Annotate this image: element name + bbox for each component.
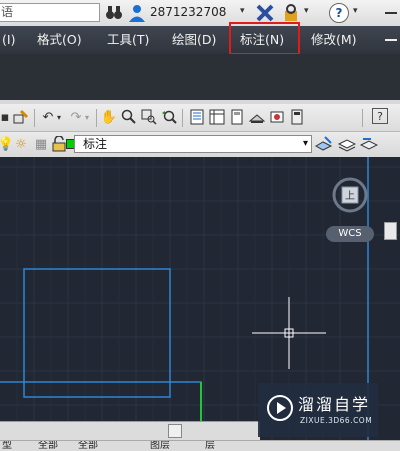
chevron-down-icon[interactable]: ▾: [353, 6, 358, 16]
toolbar-separator: [362, 109, 363, 127]
viewcube[interactable]: 上: [330, 175, 370, 215]
exchange-icon[interactable]: [255, 3, 275, 23]
markup-icon[interactable]: [268, 108, 286, 126]
wcs-label: WCS: [338, 228, 362, 239]
minimize-icon[interactable]: [385, 39, 397, 41]
toolbar-separator: [96, 109, 97, 127]
pan-hand-icon[interactable]: ✋: [100, 108, 118, 126]
chevron-down-icon[interactable]: ▾: [304, 6, 309, 16]
zoom-previous-icon[interactable]: [160, 108, 178, 126]
zoom-window-icon[interactable]: [140, 108, 158, 126]
user-icon[interactable]: [127, 3, 147, 23]
chevron-down-icon[interactable]: ▾: [54, 108, 64, 126]
chevron-down-icon[interactable]: ▾: [82, 108, 92, 126]
horizontal-scrollbar[interactable]: [0, 421, 260, 441]
user-id[interactable]: 2871232708: [150, 5, 226, 19]
watermark-title: 溜溜自学: [298, 395, 371, 414]
menu-tools[interactable]: 工具(T): [107, 26, 149, 54]
layer-current: 标注: [83, 137, 108, 151]
standard-toolbar: ▪ ↶ ▾ ↷ ▾ ✋ ?: [0, 104, 400, 132]
horizontal-scrollbar-thumb[interactable]: [168, 424, 182, 438]
tool-palettes-icon[interactable]: [228, 108, 246, 126]
watermark: 溜溜自学 ZIXUE.3D66.COM: [258, 383, 378, 437]
help-icon-label: ?: [335, 6, 343, 20]
help-icon[interactable]: ?: [372, 108, 388, 124]
menu-highlight-box: [229, 22, 300, 55]
layer-manager-icon[interactable]: [338, 135, 356, 153]
viewcube-top-label: 上: [345, 191, 355, 202]
match-properties-icon[interactable]: [12, 108, 30, 126]
status-bar: 型 全部 全部 图层 层: [0, 440, 400, 451]
make-current-layer-icon[interactable]: [315, 135, 333, 153]
search-input[interactable]: 语: [0, 3, 100, 22]
chevron-down-icon[interactable]: ▾: [303, 136, 308, 152]
toolbar-separator: [182, 109, 183, 127]
wcs-button[interactable]: WCS: [326, 226, 374, 242]
status-item[interactable]: 层: [205, 441, 215, 451]
ribbon-area: [0, 54, 400, 100]
layer-previous-icon[interactable]: [360, 135, 378, 153]
menu-draw[interactable]: 绘图(D): [172, 26, 216, 54]
toolbar-separator: [34, 109, 35, 127]
sun-icon[interactable]: ☼: [12, 135, 30, 153]
app-store-icon[interactable]: [281, 3, 301, 23]
title-bar: 语 2871232708 ▾ ▾ ? ▾: [0, 0, 400, 27]
menu-modify[interactable]: 修改(M): [311, 26, 357, 54]
minimize-icon[interactable]: [385, 12, 397, 14]
sheet-set-icon[interactable]: [248, 108, 266, 126]
menu-insert[interactable]: (I): [2, 26, 15, 54]
status-item[interactable]: 型: [2, 441, 12, 451]
menu-bar: (I) 格式(O) 工具(T) 绘图(D) 标注(N) 修改(M): [0, 26, 400, 54]
status-item[interactable]: 全部: [78, 441, 98, 451]
chevron-down-icon[interactable]: ▾: [240, 6, 245, 16]
zoom-realtime-icon[interactable]: [120, 108, 138, 126]
layer-dropdown[interactable]: 标注 ▾: [74, 135, 312, 153]
status-item[interactable]: 全部: [38, 441, 58, 451]
crosshair-cursor: [252, 297, 326, 369]
menu-format[interactable]: 格式(O): [37, 26, 82, 54]
play-logo-icon: [266, 394, 294, 422]
design-center-icon[interactable]: [208, 108, 226, 126]
calculator-icon[interactable]: [288, 108, 306, 126]
help-icon[interactable]: ?: [329, 3, 349, 23]
status-item[interactable]: 图层: [150, 441, 170, 451]
layer-freeze-icon[interactable]: ▦: [32, 135, 50, 153]
properties-palette-icon[interactable]: [188, 108, 206, 126]
vertical-scrollbar-thumb[interactable]: [384, 222, 397, 240]
watermark-url: ZIXUE.3D66.COM: [300, 416, 373, 425]
blue-rectangle: [23, 268, 171, 398]
binoculars-icon[interactable]: [104, 3, 124, 23]
layers-toolbar: 💡 ☼ ▦ 标注 ▾: [0, 132, 400, 158]
